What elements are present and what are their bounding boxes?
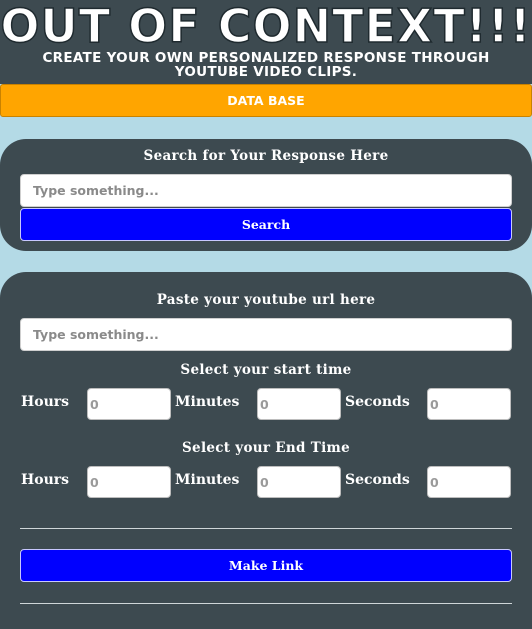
page: OUT OF CONTEXT!!! CREATE YOUR OWN PERSON… <box>0 0 532 629</box>
search-input[interactable] <box>20 174 512 207</box>
start-minutes-label: Minutes <box>175 394 240 410</box>
header: OUT OF CONTEXT!!! CREATE YOUR OWN PERSON… <box>0 0 532 84</box>
search-card: Search for Your Response Here Search <box>0 139 532 251</box>
end-hours-input[interactable] <box>87 466 171 498</box>
start-time-row: Hours Minutes Seconds <box>0 388 532 420</box>
start-hours-label: Hours <box>21 394 70 410</box>
database-button[interactable]: DATA BASE <box>0 84 532 117</box>
start-hours-input[interactable] <box>87 388 171 420</box>
end-minutes-label: Minutes <box>175 472 240 488</box>
end-seconds-input[interactable] <box>427 466 511 498</box>
make-link-button[interactable]: Make Link <box>20 549 512 582</box>
start-time-heading: Select your start time <box>180 362 352 378</box>
link-card: Paste your youtube url here Select your … <box>0 272 532 629</box>
start-seconds-label: Seconds <box>345 394 410 410</box>
end-time-row: Hours Minutes Seconds <box>0 466 532 498</box>
search-button[interactable]: Search <box>20 208 512 241</box>
end-time-heading: Select your End Time <box>182 440 350 456</box>
end-minutes-input[interactable] <box>257 466 341 498</box>
end-hours-label: Hours <box>21 472 70 488</box>
url-heading: Paste your youtube url here <box>156 292 376 308</box>
end-seconds-label: Seconds <box>345 472 410 488</box>
page-title: OUT OF CONTEXT!!! <box>0 0 532 53</box>
page-subtitle: CREATE YOUR OWN PERSONALIZED RESPONSE TH… <box>42 50 490 80</box>
divider-top <box>20 528 512 529</box>
divider-bottom <box>20 603 512 604</box>
start-minutes-input[interactable] <box>257 388 341 420</box>
start-seconds-input[interactable] <box>427 388 511 420</box>
search-heading: Search for Your Response Here <box>143 148 389 164</box>
youtube-url-input[interactable] <box>20 318 512 351</box>
